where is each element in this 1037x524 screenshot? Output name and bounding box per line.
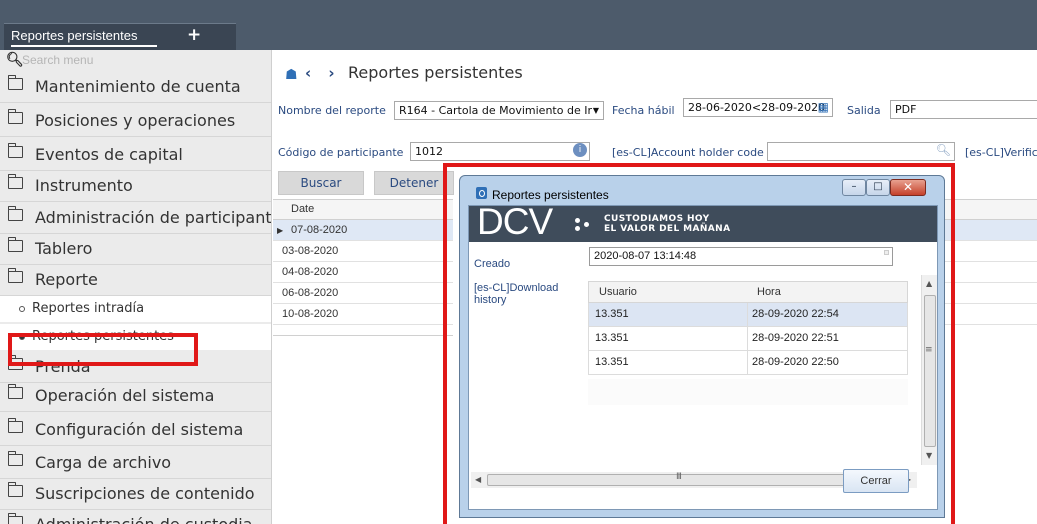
- sidebar-item-tablero[interactable]: Tablero: [0, 232, 271, 265]
- report-name-select[interactable]: R164 - Cartola de Movimiento de Ir ▼: [394, 101, 604, 120]
- sidebar-item-label: Operación del sistema: [35, 386, 215, 405]
- row-pointer-icon: ▶: [277, 226, 284, 235]
- folder-icon: [8, 174, 23, 189]
- bullet-icon: [19, 306, 25, 312]
- sidebar-subitem-reportes-intradia[interactable]: Reportes intradía: [0, 296, 271, 322]
- folder-icon: [8, 513, 23, 524]
- table-row[interactable]: 06-08-2020: [273, 283, 453, 304]
- sidebar-item-instrumento[interactable]: Instrumento: [0, 169, 271, 202]
- sidebar-item-label: Reporte: [35, 270, 98, 289]
- report-name-label: Nombre del reporte: [278, 104, 386, 117]
- tab-underline: [11, 45, 157, 47]
- folder-icon: [8, 143, 23, 158]
- sidebar-item-participantes[interactable]: Administración de participantes: [0, 201, 272, 234]
- fecha-label: Fecha hábil: [612, 104, 675, 117]
- grid-header[interactable]: Date: [273, 199, 453, 220]
- search-input[interactable]: Search menu: [22, 53, 93, 67]
- top-bar: Reportes persistentes +: [0, 0, 1037, 50]
- sidebar-item-custodia[interactable]: Administración de custodia: [0, 508, 271, 524]
- sidebar-item-operacion[interactable]: Operación del sistema: [0, 379, 271, 412]
- sidebar-item-label: Suscripciones de contenido: [35, 484, 255, 503]
- sidebar-item-eventos[interactable]: Eventos de capital: [0, 138, 271, 171]
- highlight-box-dialog: [443, 163, 955, 524]
- sidebar-item-posiciones[interactable]: Posiciones y operaciones: [0, 104, 271, 137]
- sidebar-item-label: Instrumento: [35, 176, 133, 195]
- folder-icon: [8, 384, 23, 399]
- salida-value: PDF: [895, 103, 917, 116]
- sidebar-item-reporte[interactable]: Reporte: [0, 263, 271, 296]
- folder-icon: [8, 75, 23, 90]
- page-title: Reportes persistentes: [348, 63, 523, 82]
- folder-icon: [8, 418, 23, 433]
- verifica-label: [es-CL]Verifica: [965, 146, 1037, 159]
- sidebar-item-suscripciones[interactable]: Suscripciones de contenido: [0, 477, 271, 510]
- sidebar-subitem-label: Reportes intradía: [32, 301, 145, 316]
- grid-cell: 04-08-2020: [282, 266, 339, 278]
- account-holder-label: [es-CL]Account holder code: [612, 146, 764, 159]
- table-row[interactable]: 03-08-2020: [273, 241, 453, 262]
- folder-open-icon: [8, 268, 23, 283]
- grid-cell: 07-08-2020: [291, 224, 348, 236]
- salida-label: Salida: [847, 104, 881, 117]
- folder-icon: [8, 237, 23, 252]
- grid-header-label: Date: [291, 203, 315, 215]
- grid-divider: [273, 335, 453, 336]
- sidebar-item-label: Posiciones y operaciones: [35, 111, 236, 130]
- sidebar-item-label: Carga de archivo: [35, 453, 172, 472]
- account-holder-field[interactable]: 🔍︎: [767, 142, 955, 161]
- nav-arrows[interactable]: ‹ ›: [305, 64, 341, 82]
- folder-icon: [8, 482, 23, 497]
- tab-reportes-persistentes[interactable]: Reportes persistentes +: [4, 23, 236, 50]
- calendar-icon[interactable]: ▦: [818, 100, 829, 114]
- table-row[interactable]: 04-08-2020: [273, 262, 453, 283]
- sidebar-item-mantenimiento[interactable]: Mantenimiento de cuenta: [0, 70, 271, 103]
- grid-cell: 10-08-2020: [282, 308, 339, 320]
- info-icon[interactable]: i: [573, 143, 587, 157]
- add-tab-icon[interactable]: +: [187, 25, 201, 45]
- sidebar-item-label: Administración de custodia: [35, 515, 253, 524]
- chevron-down-icon: ▼: [592, 106, 599, 115]
- sidebar: 🔍︎ Search menu Mantenimiento de cuenta P…: [0, 50, 272, 524]
- sidebar-item-carga[interactable]: Carga de archivo: [0, 446, 271, 479]
- codigo-label: Código de participante: [278, 146, 404, 159]
- sidebar-item-label: Configuración del sistema: [35, 420, 244, 439]
- grid-cell: 06-08-2020: [282, 287, 339, 299]
- search-bar[interactable]: 🔍︎ Search menu: [0, 50, 271, 70]
- sidebar-item-label: Administración de participantes: [35, 208, 272, 227]
- fecha-value: 28-06-2020<28-09-2020: [688, 101, 826, 114]
- search-icon[interactable]: 🔍︎: [936, 143, 951, 157]
- table-row[interactable]: ▶ 07-08-2020: [273, 220, 453, 241]
- codigo-value: 1012: [415, 145, 443, 158]
- report-name-value: R164 - Cartola de Movimiento de Ir: [399, 104, 592, 117]
- folder-icon: [8, 451, 23, 466]
- detener-button[interactable]: Detener: [374, 171, 454, 195]
- sidebar-item-label: Mantenimiento de cuenta: [35, 77, 241, 96]
- table-row[interactable]: 10-08-2020: [273, 304, 453, 325]
- sidebar-item-configuracion[interactable]: Configuración del sistema: [0, 413, 271, 446]
- buscar-button[interactable]: Buscar: [278, 171, 364, 195]
- date-grid: Date ▶ 07-08-2020 03-08-2020 04-08-2020 …: [273, 199, 453, 325]
- tab-label: Reportes persistentes: [11, 28, 138, 43]
- fecha-field[interactable]: 28-06-2020<28-09-2020 ▦: [683, 98, 833, 117]
- grid-cell: 03-08-2020: [282, 245, 339, 257]
- folder-icon: [8, 206, 23, 221]
- highlight-box-sidebar: [8, 333, 198, 366]
- salida-select[interactable]: PDF: [890, 100, 1037, 119]
- sidebar-item-label: Eventos de capital: [35, 145, 183, 164]
- codigo-field[interactable]: 1012 i: [410, 142, 590, 161]
- sidebar-item-label: Tablero: [35, 239, 93, 258]
- sitemap-icon[interactable]: ☗: [285, 67, 298, 83]
- folder-icon: [8, 109, 23, 124]
